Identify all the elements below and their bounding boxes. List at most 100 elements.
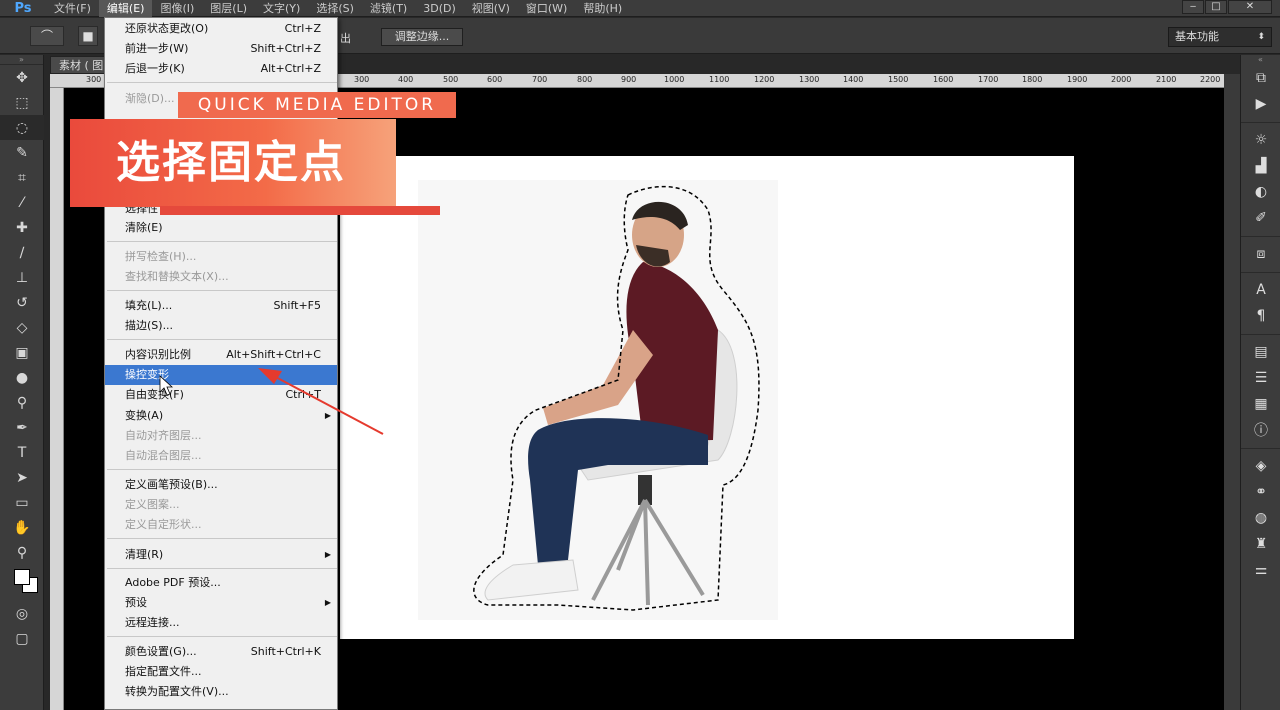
history-icon[interactable]: ⧉ [1241, 65, 1280, 91]
screen-mode-icon[interactable]: ▢ [0, 626, 44, 651]
ruler-tick: 600 [487, 75, 503, 84]
menu-stroke[interactable]: 描边(S)... [105, 316, 337, 336]
menu-file[interactable]: 文件(F) [46, 0, 99, 17]
menu-presets[interactable]: 预设 ▶ [105, 593, 337, 613]
ruler-tick: 1500 [888, 75, 909, 84]
menu-puppet-warp[interactable]: 操控变形 [105, 365, 337, 385]
menu-spell-check[interactable]: 拼写检查(H)... [105, 247, 337, 267]
menu-window[interactable]: 窗口(W) [518, 0, 575, 17]
lasso-preset-icon[interactable]: ⌒ [30, 26, 64, 46]
menu-edit[interactable]: 编辑(E) [98, 0, 153, 17]
panel-grip[interactable]: » [0, 55, 43, 65]
menu-transform[interactable]: 变换(A) ▶ [105, 406, 337, 426]
gradient-icon[interactable]: ▣ [0, 340, 44, 365]
ruler-tick: 500 [443, 75, 459, 84]
play-icon[interactable]: ▶ [1241, 91, 1280, 117]
menu-convert-profile[interactable]: 转换为配置文件(V)... [105, 682, 337, 702]
color-swatches[interactable] [0, 565, 43, 601]
menu-define-pattern[interactable]: 定义图案... [105, 495, 337, 515]
menu-layer[interactable]: 图层(L) [202, 0, 255, 17]
crop-icon[interactable]: ⌗ [0, 165, 44, 190]
document-tab[interactable]: 素材 ( 图 [50, 56, 110, 74]
move-icon[interactable]: ✥ [0, 65, 44, 90]
notes-icon[interactable]: ☰ [1241, 365, 1280, 391]
dodge-icon[interactable]: ⚲ [0, 390, 44, 415]
scrollbar-vertical[interactable] [1224, 74, 1240, 710]
histogram-icon[interactable]: ▟ [1241, 153, 1280, 179]
menu-fill[interactable]: 填充(L)... Shift+F5 [105, 296, 337, 316]
menu-image[interactable]: 图像(I) [152, 0, 202, 17]
stamp-icon[interactable]: ⊥ [0, 265, 44, 290]
menu-auto-align-layers[interactable]: 自动对齐图层... [105, 426, 337, 446]
menu-3d[interactable]: 3D(D) [415, 0, 464, 17]
submenu-arrow-icon: ▶ [324, 411, 331, 420]
ruler-tick: 900 [621, 75, 637, 84]
menu-assign-profile[interactable]: 指定配置文件... [105, 662, 337, 682]
menu-define-brush[interactable]: 定义画笔预设(B)... [105, 475, 337, 495]
submenu-arrow-icon: ▶ [324, 598, 331, 607]
quick-mask-icon[interactable]: ◎ [0, 601, 44, 626]
menu-color-settings[interactable]: 颜色设置(G)... Shift+Ctrl+K [105, 642, 337, 662]
tool-presets-icon[interactable]: ⚌ [1241, 557, 1280, 583]
menu-define-shape[interactable]: 定义自定形状... [105, 515, 337, 535]
paths-icon[interactable]: ⚭ [1241, 479, 1280, 505]
menu-help[interactable]: 帮助(H) [575, 0, 630, 17]
hand-icon[interactable]: ✋ [0, 515, 44, 540]
menu-auto-blend-layers[interactable]: 自动混合图层... [105, 446, 337, 466]
ruler-tick: 800 [577, 75, 593, 84]
path-select-icon[interactable]: ➤ [0, 465, 44, 490]
minimize-button[interactable]: ‒ [1182, 0, 1204, 14]
menu-undo[interactable]: 还原状态更改(O) Ctrl+Z [105, 19, 337, 39]
history-brush-icon[interactable]: ↺ [0, 290, 44, 315]
eraser-icon[interactable]: ◇ [0, 315, 44, 340]
tutorial-title-banner: 选择固定点 [70, 119, 396, 207]
paragraph-icon[interactable]: ¶ [1241, 303, 1280, 329]
menu-filter[interactable]: 滤镜(T) [362, 0, 415, 17]
character-icon[interactable]: A [1241, 277, 1280, 303]
zoom-icon[interactable]: ⚲ [0, 540, 44, 565]
styles-icon[interactable]: ▤ [1241, 339, 1280, 365]
layers-icon[interactable]: ◈ [1241, 453, 1280, 479]
menu-bar: Ps 文件(F) 编辑(E) 图像(I) 图层(L) 文字(Y) 选择(S) 滤… [0, 0, 1280, 17]
menu-purge[interactable]: 清理(R) ▶ [105, 545, 337, 565]
brush-icon[interactable]: ∕ [0, 240, 44, 265]
channels-icon[interactable]: ◍ [1241, 505, 1280, 531]
menu-item-label: 转换为配置文件(V)... [125, 685, 229, 698]
panel-divider [1241, 329, 1280, 335]
menu-select[interactable]: 选择(S) [308, 0, 362, 17]
menu-find-replace[interactable]: 查找和替换文本(X)... [105, 267, 337, 287]
new-selection-icon[interactable]: ■ [78, 26, 98, 46]
marquee-icon[interactable]: ⬚ [0, 90, 44, 115]
menu-free-transform[interactable]: 自由变换(F) Ctrl+T [105, 385, 337, 405]
foreground-color-swatch[interactable] [14, 569, 30, 585]
menu-pdf-presets[interactable]: Adobe PDF 预设... [105, 573, 337, 593]
close-button[interactable]: ✕ [1228, 0, 1272, 14]
eyedropper-icon[interactable]: ⁄ [0, 190, 44, 215]
menu-view[interactable]: 视图(V) [464, 0, 518, 17]
photoshop-logo: Ps [14, 0, 32, 16]
menu-step-forward[interactable]: 前进一步(W) Shift+Ctrl+Z [105, 39, 337, 59]
info-icon[interactable]: ⓘ [1241, 417, 1280, 443]
workspace-select[interactable]: 基本功能 ⬍ [1168, 27, 1272, 47]
swatches-icon[interactable]: ▦ [1241, 391, 1280, 417]
brush-panel-icon[interactable]: ✐ [1241, 205, 1280, 231]
lasso-icon[interactable]: ◌ [0, 115, 44, 140]
maximize-button[interactable]: □ [1205, 0, 1227, 14]
menu-remote-connections[interactable]: 远程连接... [105, 613, 337, 633]
navigator-icon[interactable]: ◐ [1241, 179, 1280, 205]
menu-type[interactable]: 文字(Y) [255, 0, 308, 17]
adjust-icon[interactable]: ☼ [1241, 127, 1280, 153]
panel-grip[interactable]: « [1241, 55, 1280, 65]
menu-clear[interactable]: 清除(E) [105, 218, 337, 238]
pen-icon[interactable]: ✒ [0, 415, 44, 440]
healing-icon[interactable]: ✚ [0, 215, 44, 240]
menu-content-aware-scale[interactable]: 内容识别比例 Alt+Shift+Ctrl+C [105, 345, 337, 365]
properties-icon[interactable]: ♜ [1241, 531, 1280, 557]
clone-source-icon[interactable]: ⧈ [1241, 241, 1280, 267]
blur-icon[interactable]: ● [0, 365, 44, 390]
menu-step-backward[interactable]: 后退一步(K) Alt+Ctrl+Z [105, 59, 337, 79]
quick-select-icon[interactable]: ✎ [0, 140, 44, 165]
refine-edge-button[interactable]: 调整边缘... [381, 28, 463, 46]
shape-icon[interactable]: ▭ [0, 490, 44, 515]
type-icon[interactable]: T [0, 440, 44, 465]
